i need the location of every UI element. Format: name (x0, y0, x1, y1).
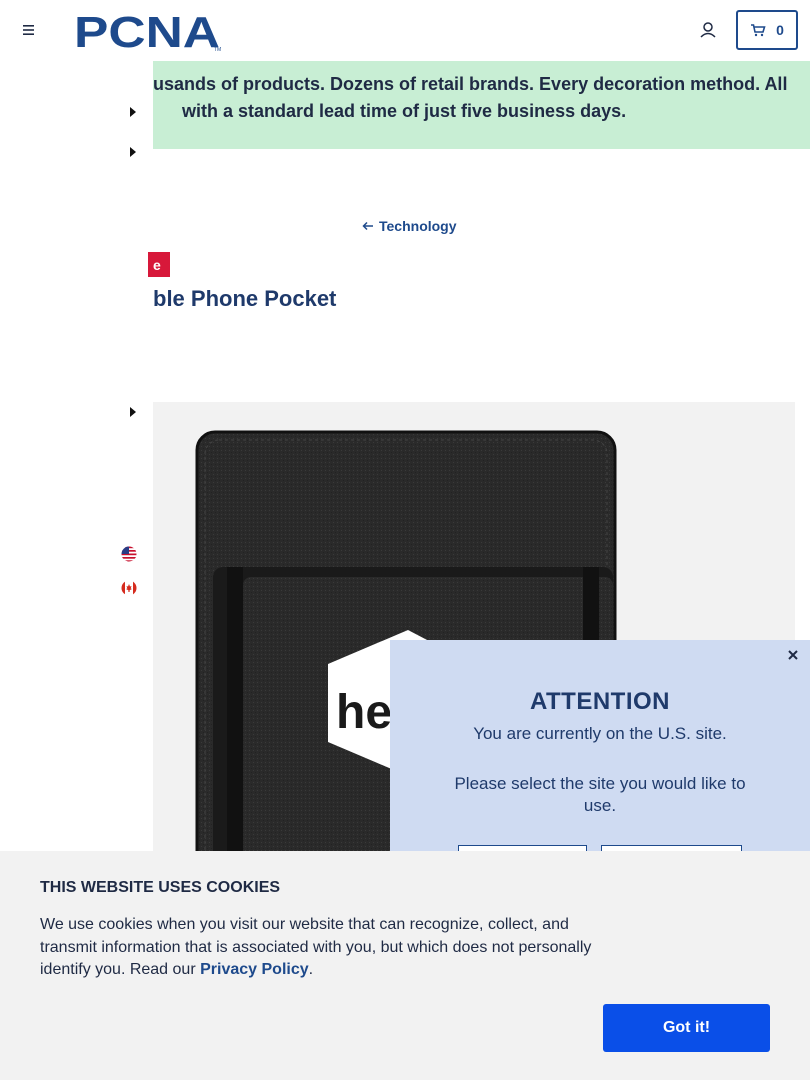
cookie-text: We use cookies when you visit our websit… (40, 914, 600, 982)
caret-right-icon[interactable] (128, 146, 138, 158)
cart-button[interactable]: 0 (736, 10, 798, 50)
logo-text: PCNA (74, 10, 220, 52)
site-header: PCNA TM 0 (0, 0, 810, 61)
back-to-technology-link[interactable]: Technology (362, 218, 457, 234)
privacy-policy-link[interactable]: Privacy Policy (200, 961, 309, 978)
hamburger-icon (23, 25, 34, 35)
us-flag-icon[interactable] (121, 546, 137, 562)
got-it-button[interactable]: Got it! (603, 1004, 770, 1052)
caret-right-icon[interactable] (128, 106, 138, 118)
site-selection-modal: ATTENTION You are currently on the U.S. … (390, 640, 810, 885)
pcna-logo[interactable]: PCNA TM (74, 8, 226, 57)
cookie-title: THIS WEBSITE USES COOKIES (40, 879, 281, 896)
modal-prompt: Please select the site you would like to… (454, 774, 746, 815)
cart-count: 0 (776, 22, 784, 38)
arrow-left-icon (362, 221, 373, 231)
promo-line-1: usands of products. Dozens of retail bra… (153, 74, 788, 94)
cookie-text-end: . (308, 961, 314, 978)
account-button[interactable] (697, 18, 719, 42)
back-link-label: Technology (379, 218, 457, 234)
modal-current-site-text: You are currently on the U.S. site. (473, 724, 727, 743)
canada-flag-icon[interactable] (121, 580, 137, 596)
cookie-banner: THIS WEBSITE USES COOKIES We use cookies… (0, 851, 810, 1080)
cart-icon (751, 24, 766, 37)
user-icon (700, 22, 716, 38)
modal-close-button[interactable] (786, 648, 800, 662)
menu-button[interactable] (18, 20, 38, 40)
promo-banner: usands of products. Dozens of retail bra… (153, 61, 810, 149)
caret-right-icon[interactable] (128, 406, 138, 418)
product-title: ble Phone Pocket (153, 286, 337, 311)
product-imprint-logo: he (336, 686, 392, 739)
close-icon (788, 650, 798, 660)
product-badge: e (148, 252, 170, 277)
promo-line-2: with a standard lead time of just five b… (182, 101, 627, 121)
logo-tm: TM (214, 47, 221, 52)
cookie-body: We use cookies when you visit our websit… (40, 916, 592, 978)
modal-title: ATTENTION (529, 688, 671, 715)
